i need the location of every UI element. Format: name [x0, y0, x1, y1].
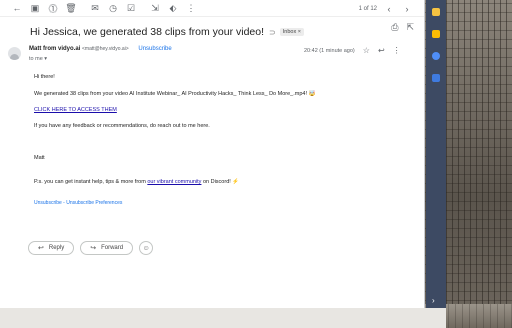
reply-label: Reply [48, 245, 65, 251]
access-clips-link[interactable]: CLICK HERE TO ACCESS THEM [34, 107, 117, 113]
side-panel: › [426, 0, 446, 308]
calendar-icon[interactable] [432, 8, 440, 16]
forward-label: Forward [101, 245, 124, 251]
print-icon[interactable]: ⎙ [391, 22, 398, 33]
message-toolbar: ← ▣ ⓵ 🗑 ✉ ◷ ☑ ⇲ ⬖ ⋮ 1 of 12 ‹ › [0, 0, 424, 17]
body-line-2: If you have any feedback or recommendati… [34, 123, 210, 129]
reply-arrow-icon: ↩ [38, 245, 44, 252]
email-subject: Hi Jessica, we generated 38 clips from y… [30, 26, 265, 38]
reply-icon[interactable]: ↩ [378, 46, 385, 55]
more-vert-icon[interactable]: ⋮ [393, 46, 401, 55]
unsubscribe-link[interactable]: Unsubscribe [138, 46, 171, 52]
gmail-window: ← ▣ ⓵ 🗑 ✉ ◷ ☑ ⇲ ⬖ ⋮ 1 of 12 ‹ › Hi Jessi… [0, 0, 425, 308]
forward-arrow-icon: ↪ [90, 245, 97, 252]
open-new-window-icon[interactable]: ⇱ [406, 22, 414, 33]
report-spam-icon[interactable]: ⓵ [44, 0, 62, 16]
subject-row: Hi Jessica, we generated 38 clips from y… [30, 22, 420, 42]
subject-actions: ⎙ ⇱ [391, 22, 414, 33]
message-time: 20:42 (1 minute ago) [304, 47, 355, 54]
reply-button[interactable]: ↩ Reply [28, 241, 75, 255]
star-icon[interactable]: ☆ [363, 46, 370, 55]
pagination: 1 of 12 ‹ › [358, 0, 424, 17]
chevron-right-icon[interactable]: › [401, 1, 413, 17]
chevron-right-icon[interactable]: › [432, 296, 435, 305]
ps-line: P.s. you can get instant help, tips & mo… [34, 179, 239, 185]
more-options-icon[interactable]: ⋮ [182, 0, 200, 16]
emoji-reaction-button[interactable]: ☺ [139, 241, 154, 255]
bottom-strip [0, 308, 446, 328]
recipient-details[interactable]: to me ▾ [29, 56, 47, 62]
back-arrow-icon[interactable]: ← [8, 0, 26, 16]
community-link[interactable]: our vibrant community [147, 179, 201, 185]
unsubscribe-footer-links[interactable]: Unsubscribe - Unsubscribe Preferences [34, 200, 122, 206]
delete-icon[interactable]: 🗑 [62, 0, 80, 16]
keep-icon[interactable] [432, 30, 440, 38]
add-task-icon[interactable]: ☑ [122, 0, 140, 16]
ps-prefix: P.s. you can get instant help, tips & mo… [34, 179, 148, 185]
sender-name[interactable]: Matt from vidyo.ai [29, 46, 80, 52]
body-line-1: We generated 38 clips from your video AI… [34, 91, 316, 97]
sender-email: <matt@hey.vidyo.ai> [82, 46, 129, 52]
pager-count: 1 of 12 [358, 5, 377, 12]
move-to-icon[interactable]: ⇲ [146, 0, 164, 16]
signature: Matt [34, 155, 45, 161]
archive-icon[interactable]: ▣ [26, 0, 44, 16]
ps-suffix: on Discord! ⚡ [201, 179, 240, 185]
label-icon[interactable]: ⬖ [164, 0, 182, 16]
reply-actions: ↩ Reply ↪ Forward ☺ [28, 241, 154, 255]
forward-button[interactable]: ↪ Forward [80, 241, 134, 255]
mark-unread-icon[interactable]: ✉ [86, 0, 104, 16]
contacts-icon[interactable] [432, 74, 440, 82]
tasks-icon[interactable] [432, 52, 440, 60]
inbox-label-chip[interactable]: Inbox × [279, 28, 304, 36]
sender-line: Matt from vidyo.ai <matt@hey.vidyo.ai> U… [29, 46, 172, 52]
importance-marker-icon[interactable]: ⊃ [269, 28, 276, 37]
sender-avatar [8, 47, 21, 60]
message-meta: 20:42 (1 minute ago) ☆ ↩ ⋮ [304, 46, 401, 55]
chevron-left-icon[interactable]: ‹ [383, 1, 395, 17]
greeting-text: Hi there! [34, 74, 55, 80]
snooze-icon[interactable]: ◷ [104, 0, 122, 16]
